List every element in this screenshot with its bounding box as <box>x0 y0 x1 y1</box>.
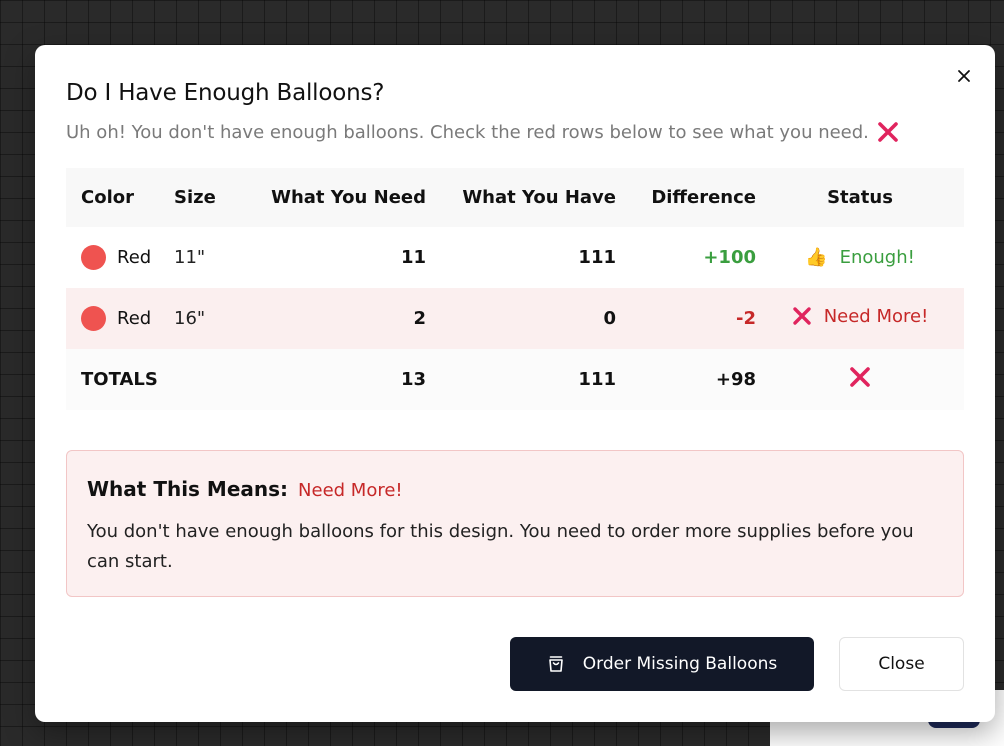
header-size: Size <box>174 187 216 208</box>
close-icon <box>958 70 970 82</box>
cell-need: 2 <box>413 308 426 329</box>
close-dialog-button[interactable] <box>953 65 975 87</box>
cell-have: 111 <box>578 247 616 268</box>
color-swatch <box>81 245 106 270</box>
cell-size: 11" <box>174 247 206 268</box>
header-have: What You Have <box>462 187 616 208</box>
summary-status-badge: Need More! <box>298 480 403 501</box>
cell-status: 👍 Enough! <box>756 227 964 288</box>
header-need: What You Need <box>271 187 426 208</box>
cell-need: 11 <box>400 247 426 268</box>
dialog-title: Do I Have Enough Balloons? <box>66 80 385 106</box>
totals-row: TOTALS 13 111 +98 <box>66 349 964 410</box>
cell-difference: +100 <box>703 247 756 268</box>
totals-difference: +98 <box>715 369 756 390</box>
summary-box: What This Means: Need More! You don't ha… <box>66 450 964 597</box>
header-difference: Difference <box>651 187 756 208</box>
summary-heading: What This Means: Need More! <box>87 477 403 501</box>
dialog-subtitle: Uh oh! You don't have enough balloons. C… <box>66 121 899 143</box>
balloon-check-dialog: Do I Have Enough Balloons? Uh oh! You do… <box>35 45 995 722</box>
cell-size: 16" <box>174 308 206 329</box>
shopping-bag-icon <box>548 656 563 672</box>
header-color: Color <box>81 187 134 208</box>
subtitle-text: Uh oh! You don't have enough balloons. C… <box>66 121 869 143</box>
close-button[interactable]: Close <box>839 637 964 691</box>
totals-size-empty <box>174 349 246 410</box>
cell-status: Need More! <box>756 288 964 349</box>
totals-have: 111 <box>578 369 616 390</box>
totals-need: 13 <box>400 369 426 390</box>
table-row: Red 11" 11 111 +100 👍 Enough! <box>66 227 964 288</box>
header-status: Status <box>827 187 893 208</box>
cell-difference: -2 <box>736 308 756 329</box>
totals-status <box>756 349 964 410</box>
color-swatch <box>81 306 106 331</box>
table-header-row: Color Size What You Need What You Have D… <box>66 168 964 227</box>
thumbs-up-icon: 👍 <box>805 247 828 268</box>
summary-title: What This Means: <box>87 477 289 501</box>
summary-text: You don't have enough balloons for this … <box>87 521 914 572</box>
balloon-inventory-table: Color Size What You Need What You Have D… <box>66 168 964 410</box>
cross-mark-icon <box>850 367 870 387</box>
cross-mark-icon <box>878 122 898 142</box>
totals-label: TOTALS <box>81 369 158 390</box>
status-label: Enough! <box>839 247 915 268</box>
cross-mark-icon <box>792 307 811 325</box>
order-button-label: Order Missing Balloons <box>582 654 778 674</box>
status-label: Need More! <box>823 305 929 327</box>
color-name: Red <box>117 247 152 268</box>
cell-have: 0 <box>603 308 616 329</box>
order-missing-balloons-button[interactable]: Order Missing Balloons <box>510 637 814 691</box>
color-name: Red <box>117 308 152 329</box>
cell-color: Red <box>66 288 174 349</box>
table-row: Red 16" 2 0 -2 Need More! <box>66 288 964 349</box>
cell-color: Red <box>66 227 174 288</box>
